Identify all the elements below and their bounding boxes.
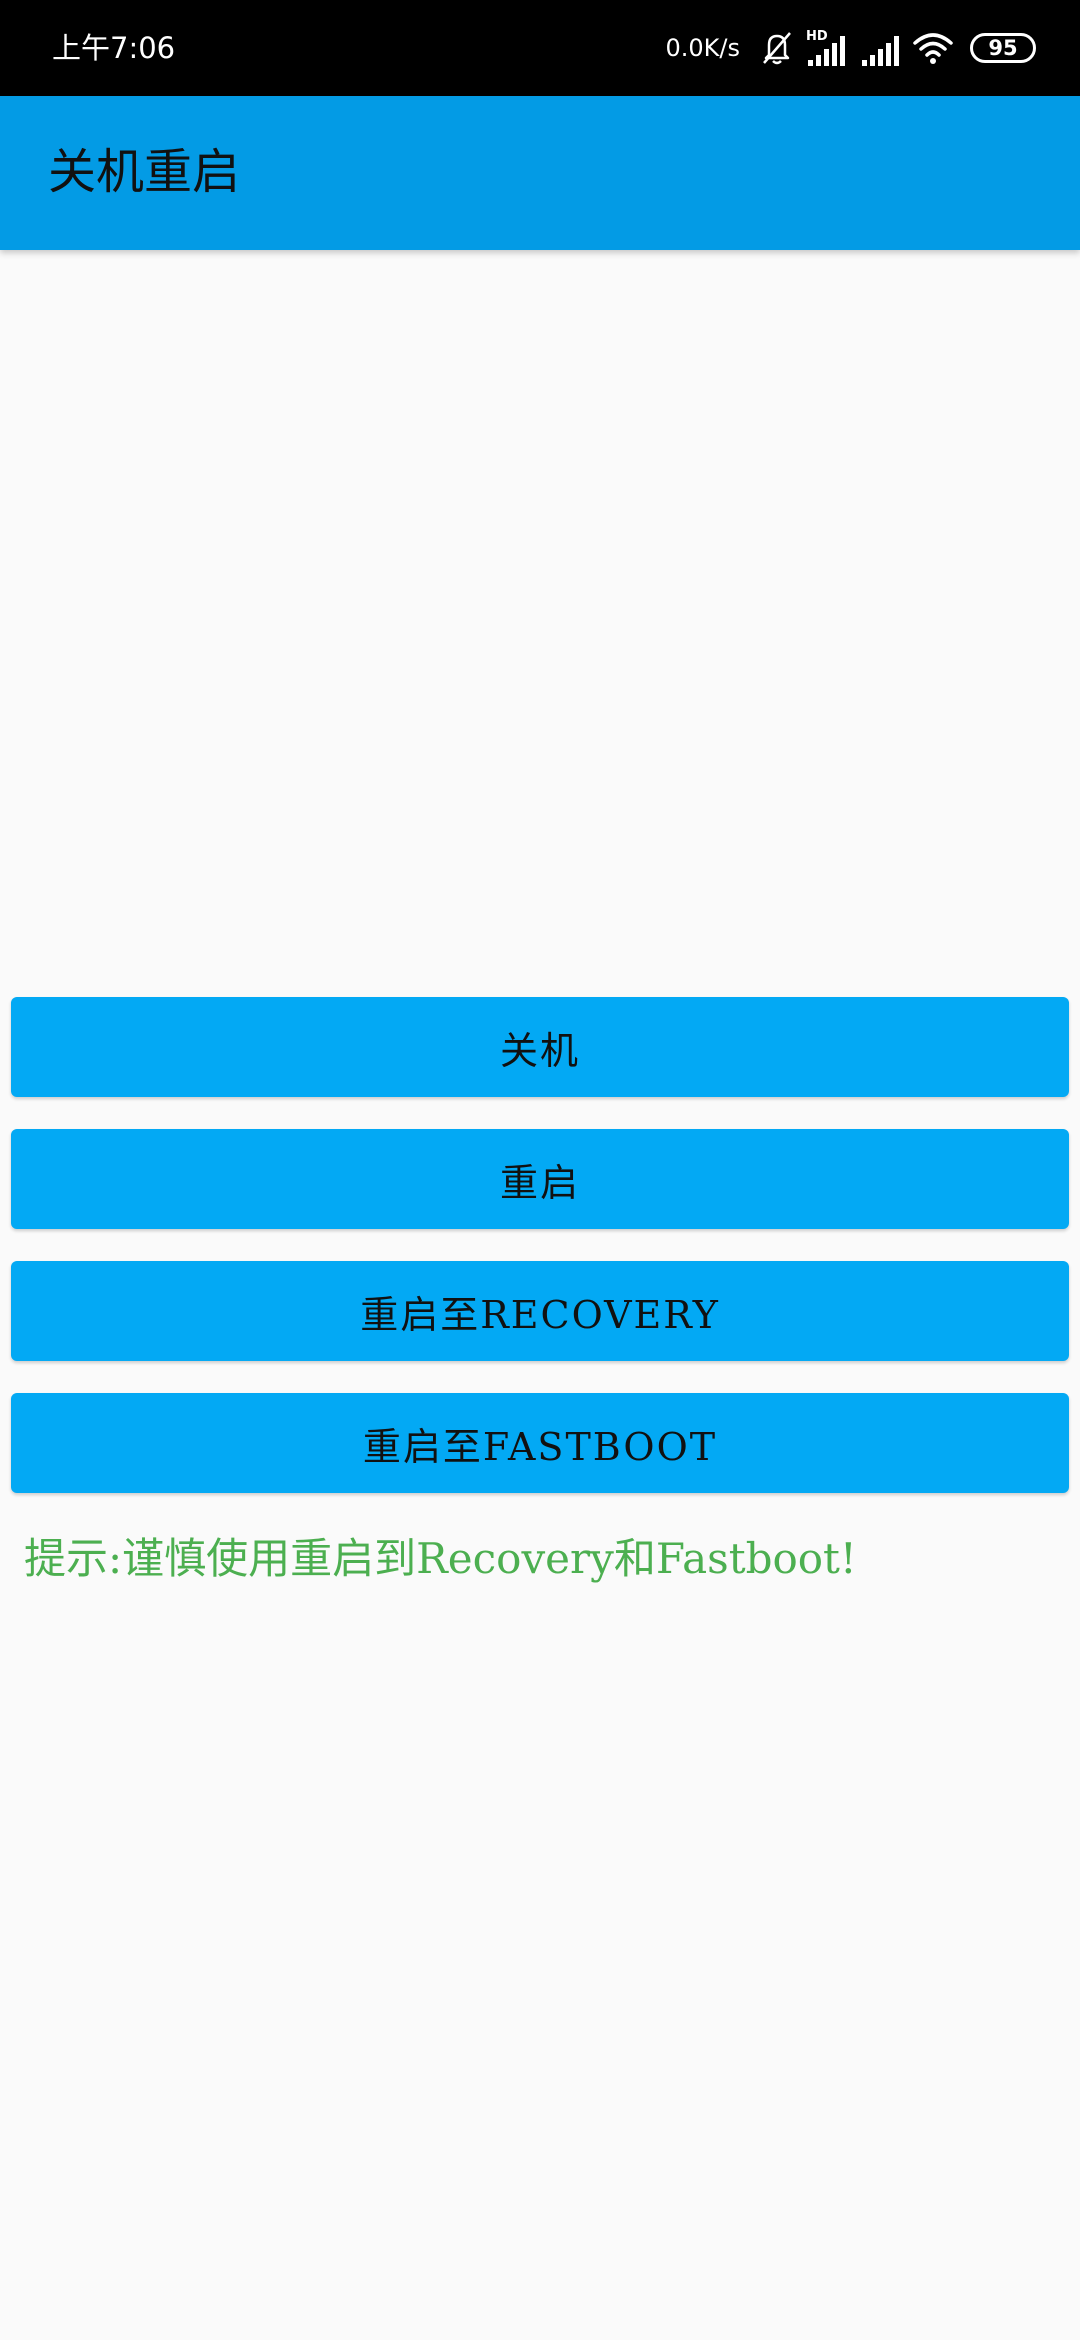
signal-hd-icon: HD [806,29,845,66]
reboot-recovery-button[interactable]: 重启至RECOVERY [11,1261,1069,1361]
status-icons: 0.0K/s HD 95 [665,24,1036,72]
reboot-button[interactable]: 重启 [11,1129,1069,1229]
bell-off-icon [763,32,791,65]
page-title: 关机重启 [48,144,241,200]
battery-icon: 95 [970,33,1036,63]
network-type-label: HD [806,29,828,44]
network-speed: 0.0K/s [665,34,741,62]
shutdown-button[interactable]: 关机 [11,997,1069,1097]
battery-level: 95 [988,35,1018,60]
app-bar: 关机重启 [0,96,1080,250]
reboot-fastboot-button[interactable]: 重启至FASTBOOT [11,1393,1069,1493]
status-bar: 上午7:06 0.0K/s HD 95 [0,0,1080,96]
wifi-icon [913,33,953,64]
status-time: 上午7:06 [52,31,176,65]
signal-icon [862,36,899,66]
warning-hint: 提示:谨慎使用重启到Recovery和Fastboot! [24,1534,857,1583]
